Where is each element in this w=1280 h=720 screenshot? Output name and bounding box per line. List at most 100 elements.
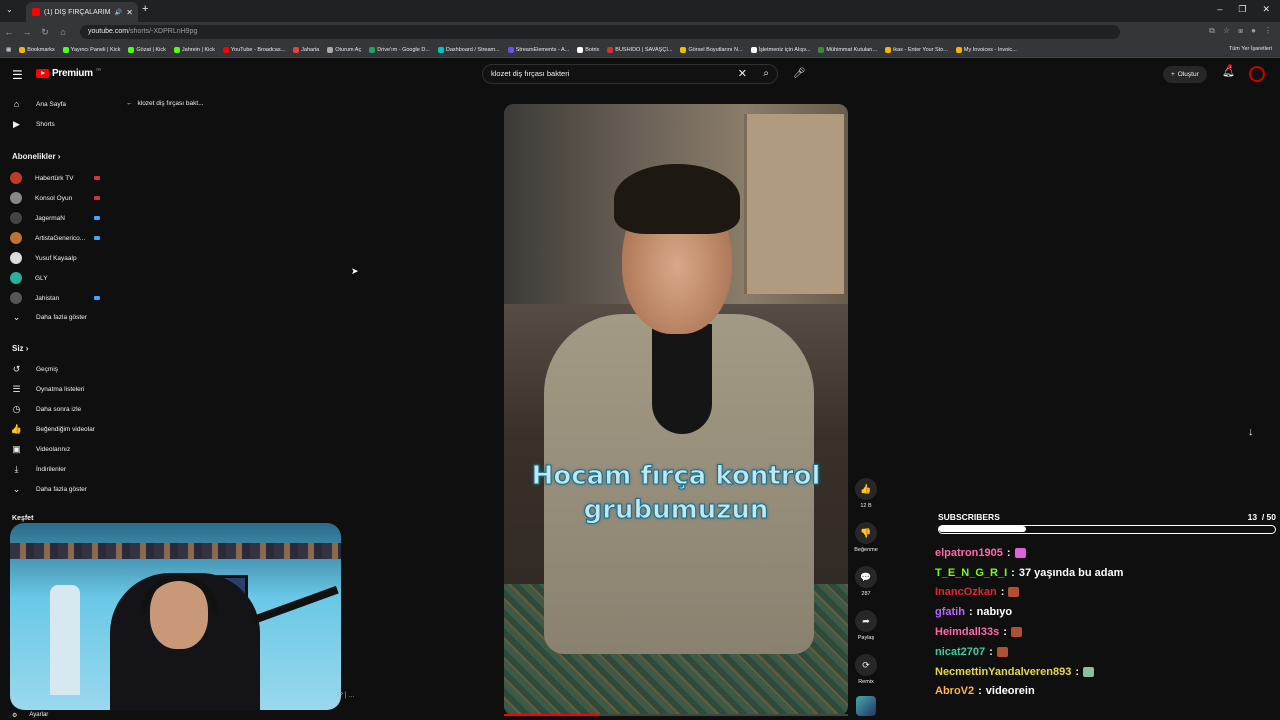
- sidebar-item-playlists[interactable]: ☰ Oynatma listeleri: [10, 384, 84, 395]
- bookmark-item[interactable]: Botrix: [577, 46, 599, 53]
- back-to-search-button[interactable]: ← klozet diş fırçası bakt...: [126, 100, 204, 107]
- video-progress-bar[interactable]: [504, 714, 848, 716]
- video-background-door: [744, 114, 844, 294]
- all-bookmarks-link[interactable]: Tüm Yer İşaretleri: [1229, 46, 1272, 52]
- bookmark-item[interactable]: BUSHIDO | SAVAŞÇI...: [607, 46, 672, 53]
- like-button[interactable]: 👍 12 B: [852, 478, 880, 509]
- bookmark-item[interactable]: Dashboard / Stream...: [437, 46, 500, 53]
- live-indicator-icon: [94, 176, 100, 180]
- sidebar-item-channel[interactable]: Jahistan: [10, 292, 100, 304]
- search-icon[interactable]: ⌕: [763, 65, 769, 83]
- star-icon[interactable]: ☆: [1223, 26, 1230, 36]
- chat-message: elpatron1905:: [935, 543, 1280, 563]
- live-indicator-icon: [94, 196, 100, 200]
- chevron-right-icon: ›: [23, 344, 29, 353]
- bookmark-item[interactable]: Jaharia: [293, 46, 319, 53]
- hamburger-menu-icon[interactable]: ☰: [12, 68, 23, 82]
- home-icon[interactable]: ⌂: [54, 27, 72, 37]
- -playlists-icon: ☰: [12, 384, 21, 394]
- bookmark-item[interactable]: Jahrein | Kick: [173, 46, 215, 53]
- bookmark-item[interactable]: Oturum Aç: [327, 46, 361, 53]
- reload-icon[interactable]: ↻: [36, 27, 54, 38]
- sidebar-item-channel[interactable]: GLY: [10, 272, 48, 284]
- chat-message: gfatih: nabıyo: [935, 602, 1280, 622]
- sidebar-item-downloads[interactable]: ⤓ İndirilenler: [10, 464, 67, 475]
- comments-button[interactable]: 💬 287: [852, 566, 880, 597]
- create-button[interactable]: + Oluştur: [1163, 66, 1207, 83]
- bookmark-item[interactable]: My Invoices - Invoic...: [955, 46, 1017, 53]
- sidebar-item-channel[interactable]: ArtistaGenerico...: [10, 232, 100, 244]
- share-button[interactable]: ➦ Paylaş: [852, 610, 880, 641]
- sidebar-item-channel[interactable]: Habertürk TV: [10, 172, 100, 184]
- sidebar-item-your-videos[interactable]: ▣ Videolarınız: [10, 444, 70, 455]
- -history-icon: ↺: [12, 364, 21, 374]
- bookmark-favicon-icon: [327, 46, 334, 53]
- you-header[interactable]: Siz ›: [12, 344, 28, 353]
- bookmark-favicon-icon: [293, 46, 300, 53]
- bookmark-label: ikas - Enter Your Sto...: [893, 46, 948, 53]
- forward-arrow-icon[interactable]: →: [18, 27, 36, 37]
- minimize-button[interactable]: –: [1217, 4, 1222, 15]
- sidebar-item-show-more[interactable]: ⌄ Daha fazla göster: [10, 312, 87, 323]
- sidebar-item-settings[interactable]: ⚙ Ayarlar: [12, 712, 48, 719]
- microphone-icon[interactable]: 🎤︎: [793, 68, 806, 79]
- sidebar-item-home[interactable]: ⌂ Ana Sayfa: [10, 99, 66, 109]
- sidebar-item-liked-videos[interactable]: 👍 Beğendiğim videolar: [10, 424, 95, 435]
- bookmark-item[interactable]: YouTube - Broadcas...: [222, 46, 285, 53]
- clear-search-icon[interactable]: ✕: [738, 65, 747, 83]
- shorts-video-player[interactable]: Hocam fırça kontrol grubumuzun: [504, 104, 848, 716]
- speaker-icon[interactable]: 🔊: [115, 9, 122, 16]
- back-arrow-icon[interactable]: ←: [0, 27, 18, 37]
- sidebar-item-shorts[interactable]: ▶ Shorts: [10, 119, 55, 130]
- bookmark-item[interactable]: Mühimmat Kutuları...: [818, 46, 877, 53]
- address-bar-row: ← → ↻ ⌂ youtube.com/shorts/-XDPRLnH9pg ⧉…: [0, 22, 1280, 42]
- bookmark-item[interactable]: Gözat | Kick: [128, 46, 166, 53]
- youtube-premium-logo[interactable]: Premium TR: [36, 67, 101, 79]
- sidebar-item-show-more[interactable]: ⌄ Daha fazla göster: [10, 484, 87, 495]
- url-field[interactable]: youtube.com/shorts/-XDPRLnH9pg: [80, 25, 1120, 39]
- puzzle-icon[interactable]: ⧆: [1238, 26, 1243, 36]
- chat-text: videorein: [985, 685, 1035, 698]
- apps-grid-icon[interactable]: ▦: [6, 47, 11, 53]
- bookmark-item[interactable]: İşletmeniz için Alışv...: [750, 46, 810, 53]
- sidebar-item-channel[interactable]: Yusuf Kayaalp: [10, 252, 77, 264]
- bookmark-label: Drive'ım - Google D...: [377, 46, 430, 53]
- account-avatar[interactable]: [1249, 66, 1265, 82]
- bookmark-item[interactable]: ikas - Enter Your Sto...: [885, 46, 948, 53]
- restore-button[interactable]: ❐: [1238, 4, 1246, 15]
- sound-thumbnail-button[interactable]: [852, 696, 880, 716]
- new-tab-button[interactable]: +: [142, 3, 148, 15]
- extension-icon[interactable]: ⧉: [1209, 26, 1215, 36]
- sidebar-item-label: GLY: [35, 274, 48, 282]
- bookmark-favicon-icon: [507, 46, 514, 53]
- bookmark-item[interactable]: Drive'ım - Google D...: [369, 46, 430, 53]
- tab-close-icon[interactable]: ✕: [126, 8, 133, 17]
- bookmark-item[interactable]: StreamElements - A...: [507, 46, 569, 53]
- search-input[interactable]: klozet diş fırçası bakteri ✕ ⌕: [482, 64, 778, 84]
- bookmark-favicon-icon: [19, 46, 26, 53]
- close-window-button[interactable]: ✕: [1262, 4, 1270, 15]
- tab-search-icon[interactable]: ⌄: [6, 5, 13, 14]
- bookmark-item[interactable]: Bookmarks: [19, 46, 55, 53]
- next-short-arrow-icon[interactable]: ↓: [1248, 426, 1254, 438]
- bookmark-item[interactable]: Yayıncı Paneli | Kick: [62, 46, 120, 53]
- url-path: /shorts/-XDPRLnH9pg: [128, 28, 198, 35]
- dislike-button[interactable]: 👎 Beğenme: [852, 522, 880, 553]
- browser-tab-active[interactable]: (1) DİŞ FIRÇALARIMIZ TUVA 🔊 ✕: [26, 2, 138, 22]
- bookmark-item[interactable]: Görsel Boyutlarını N...: [680, 46, 743, 53]
- sidebar-item-channel[interactable]: Konsol Oyun: [10, 192, 100, 204]
- sidebar-item-watch-later[interactable]: ◷ Daha sonra izle: [10, 404, 82, 415]
- kebab-menu-icon[interactable]: ⋮: [1264, 26, 1272, 36]
- notifications-bell-icon[interactable]: 🔔︎ 1: [1222, 64, 1235, 78]
- subscriptions-header[interactable]: Abonelikler ›: [12, 152, 60, 161]
- remix-button[interactable]: ⟳ Remix: [852, 654, 880, 685]
- chat-username: InancOzkan: [935, 586, 997, 599]
- profile-icon[interactable]: ●: [1251, 26, 1256, 36]
- sidebar-item-label: Daha sonra izle: [36, 406, 82, 413]
- explore-header: Keşfet: [12, 515, 34, 522]
- chat-message: nicat2707:: [935, 642, 1280, 662]
- chevron-right-icon: ›: [55, 152, 61, 161]
- sidebar-item-history[interactable]: ↺ Geçmiş: [10, 364, 58, 375]
- chat-separator: :: [978, 685, 982, 698]
- sidebar-item-channel[interactable]: JagermaN: [10, 212, 100, 224]
